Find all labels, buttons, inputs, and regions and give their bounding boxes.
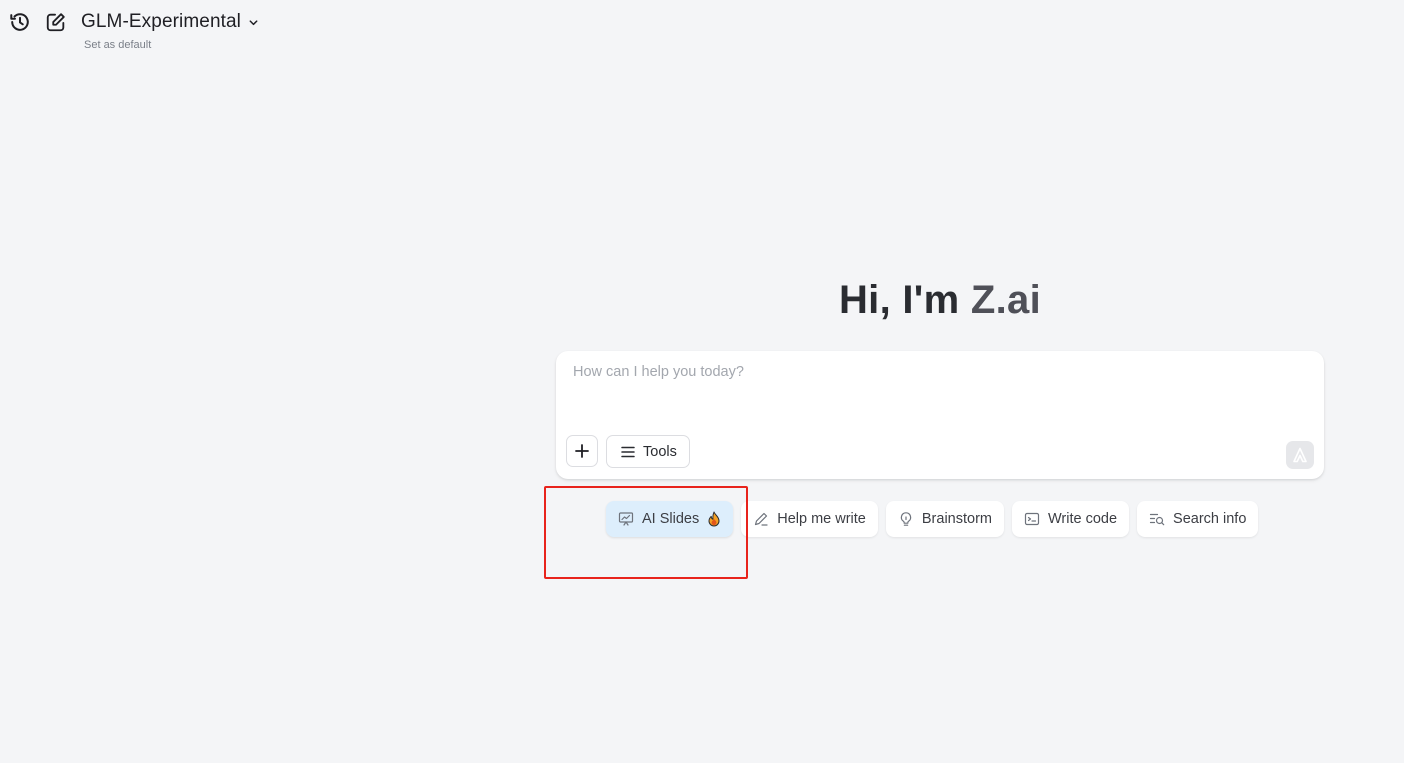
edit-icon[interactable]	[44, 10, 68, 34]
chat-composer: Tools	[556, 351, 1324, 479]
send-button[interactable]	[1286, 441, 1314, 469]
suggestion-label: Brainstorm	[921, 511, 992, 527]
presentation-icon	[618, 511, 634, 527]
suggestion-label: AI Slides	[642, 511, 700, 527]
tools-button[interactable]: Tools	[606, 435, 690, 468]
suggestion-chips: AI Slides Help me write Brainstorm Write…	[606, 501, 1266, 537]
set-as-default-link[interactable]: Set as default	[84, 39, 151, 51]
suggestion-label: Write code	[1047, 511, 1118, 527]
top-bar: GLM-Experimental	[8, 10, 260, 34]
suggestion-ai-slides[interactable]: AI Slides	[606, 501, 734, 537]
greeting-prefix: Hi, I'm	[838, 278, 971, 322]
menu-icon	[621, 446, 635, 458]
model-selector[interactable]: GLM-Experimental	[81, 11, 260, 33]
suggestion-write-code[interactable]: Write code	[1011, 501, 1130, 537]
search-list-icon	[1149, 511, 1165, 527]
send-icon	[1292, 447, 1308, 463]
pencil-icon	[753, 511, 769, 527]
history-icon[interactable]	[8, 10, 32, 34]
plus-icon	[574, 443, 590, 459]
tools-label: Tools	[643, 443, 677, 460]
terminal-icon	[1024, 511, 1040, 527]
attach-button[interactable]	[566, 435, 598, 467]
flame-icon	[707, 511, 721, 527]
suggestion-brainstorm[interactable]: Brainstorm	[885, 501, 1004, 537]
lightbulb-icon	[898, 511, 914, 527]
suggestion-search-info[interactable]: Search info	[1137, 501, 1259, 537]
chevron-down-icon	[248, 16, 260, 28]
chat-input[interactable]	[573, 364, 1303, 424]
page-title: Hi, I'm Z.ai	[556, 278, 1324, 323]
model-name: GLM-Experimental	[81, 11, 241, 32]
brand-name: Z.ai	[970, 278, 1042, 322]
suggestion-label: Help me write	[777, 511, 866, 527]
suggestion-help-me-write[interactable]: Help me write	[741, 501, 878, 537]
suggestion-label: Search info	[1173, 511, 1247, 527]
